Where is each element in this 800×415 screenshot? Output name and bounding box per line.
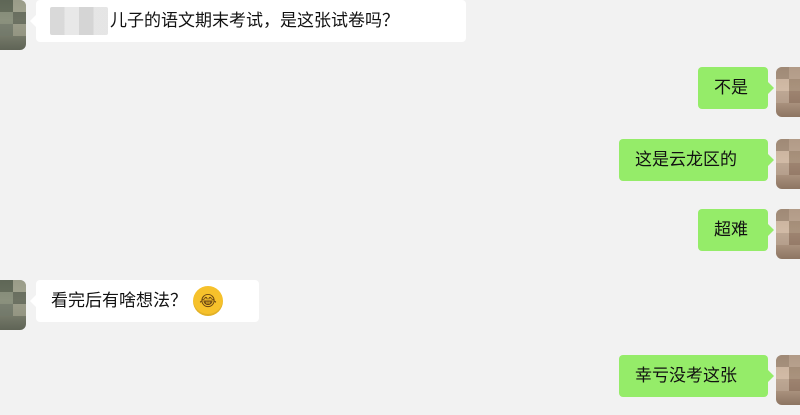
avatar-pixel — [13, 24, 26, 36]
incoming-message-bubble[interactable]: 儿子的语文期末考试，是这张试卷吗？ — [30, 0, 466, 42]
left-avatar-icon[interactable] — [0, 0, 26, 50]
avatar-pixel — [776, 67, 789, 79]
avatar-pixel — [789, 355, 800, 367]
avatar-pixel — [789, 91, 800, 103]
avatar-pixel — [13, 12, 26, 24]
avatar-pixel — [776, 139, 789, 151]
message-row: 这是云龙区的 — [0, 139, 800, 199]
chat-conversation: 儿子的语文期末考试，是这张试卷吗？ 不是 这是云龙区的 超难 看完后有啥想法？ … — [0, 0, 800, 415]
avatar-pixel — [13, 304, 26, 316]
avatar-pixel — [776, 233, 789, 245]
message-text: 看完后有啥想法？ — [51, 290, 187, 311]
avatar-pixel — [13, 0, 26, 12]
message-row: 超难 — [0, 209, 800, 269]
avatar-pixel — [789, 221, 800, 233]
avatar-pixel — [776, 367, 789, 379]
avatar-pixel — [776, 209, 789, 221]
right-avatar-icon[interactable] — [776, 355, 800, 405]
left-avatar-icon[interactable] — [0, 280, 26, 330]
incoming-message-bubble[interactable]: 看完后有啥想法？ 😂 — [30, 280, 259, 322]
message-row: 看完后有啥想法？ 😂 — [0, 280, 800, 340]
right-avatar-icon[interactable] — [776, 139, 800, 189]
avatar-pixel — [0, 304, 13, 316]
avatar-pixel — [789, 139, 800, 151]
avatar-pixel — [776, 163, 789, 175]
message-row: 幸亏没考这张 — [0, 355, 800, 415]
avatar-pixel — [0, 0, 13, 12]
avatar-pixel — [789, 151, 800, 163]
avatar-pixel — [0, 12, 13, 24]
message-text: 幸亏没考这张 — [635, 365, 737, 386]
avatar-pixel — [789, 163, 800, 175]
message-text: 儿子的语文期末考试，是这张试卷吗？ — [110, 10, 399, 31]
avatar-pixel — [789, 79, 800, 91]
avatar-pixel — [789, 233, 800, 245]
message-row: 儿子的语文期末考试，是这张试卷吗？ — [0, 0, 800, 60]
avatar-pixel — [789, 379, 800, 391]
message-text: 超难 — [714, 219, 748, 240]
avatar-pixel — [13, 280, 26, 292]
avatar-pixel — [789, 367, 800, 379]
avatar-pixel — [776, 79, 789, 91]
avatar-pixel — [776, 221, 789, 233]
message-text: 不是 — [714, 77, 748, 98]
avatar-pixel — [776, 355, 789, 367]
avatar-pixel — [789, 209, 800, 221]
message-text: 这是云龙区的 — [635, 149, 737, 170]
outgoing-message-bubble[interactable]: 这是云龙区的 — [619, 139, 774, 181]
blurred-name — [50, 7, 108, 35]
avatar-pixel — [789, 67, 800, 79]
avatar-pixel — [13, 292, 26, 304]
avatar-pixel — [776, 379, 789, 391]
avatar-pixel — [776, 151, 789, 163]
right-avatar-icon[interactable] — [776, 209, 800, 259]
outgoing-message-bubble[interactable]: 超难 — [698, 209, 774, 251]
outgoing-message-bubble[interactable]: 幸亏没考这张 — [619, 355, 774, 397]
message-row: 不是 — [0, 67, 800, 127]
avatar-pixel — [0, 280, 13, 292]
avatar-pixel — [0, 24, 13, 36]
outgoing-message-bubble[interactable]: 不是 — [698, 67, 774, 109]
avatar-pixel — [0, 292, 13, 304]
avatar-pixel — [776, 91, 789, 103]
laughing-crying-emoji-icon: 😂 — [193, 286, 223, 316]
right-avatar-icon[interactable] — [776, 67, 800, 117]
